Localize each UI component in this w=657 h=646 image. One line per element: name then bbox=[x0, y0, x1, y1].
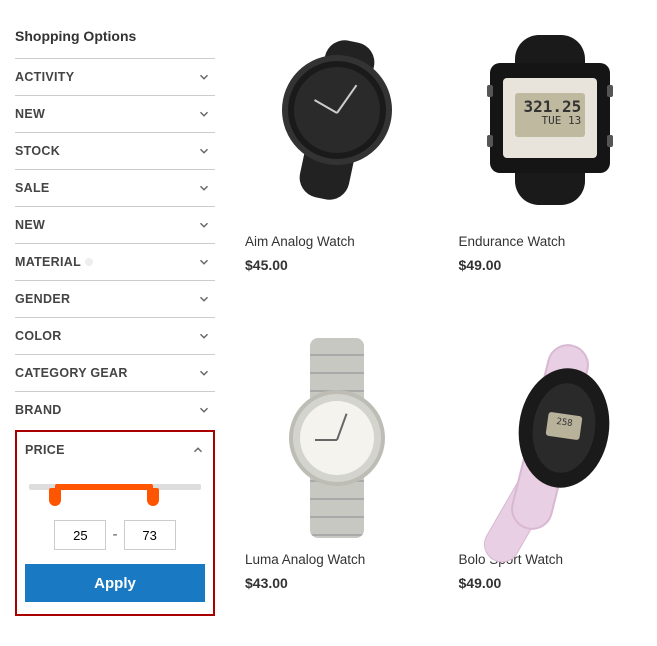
filter-new-4[interactable]: NEW bbox=[15, 206, 215, 243]
slider-track bbox=[29, 484, 201, 490]
product-card[interactable]: Luma Analog Watch $43.00 bbox=[245, 338, 429, 616]
chevron-down-icon bbox=[197, 70, 211, 84]
filter-label: NEW bbox=[15, 107, 45, 121]
product-card[interactable]: Aim Analog Watch $45.00 bbox=[245, 20, 429, 298]
price-dash: - bbox=[112, 526, 117, 544]
filter-activity-0[interactable]: ACTIVITY bbox=[15, 58, 215, 95]
filter-label-price: PRICE bbox=[25, 443, 65, 457]
filter-label: COLOR bbox=[15, 329, 62, 343]
filter-label: STOCK bbox=[15, 144, 60, 158]
filter-gender-6[interactable]: GENDER bbox=[15, 280, 215, 317]
filter-label: SALE bbox=[15, 181, 50, 195]
sidebar-title: Shopping Options bbox=[15, 20, 215, 58]
filter-brand-9[interactable]: BRAND bbox=[15, 391, 215, 428]
product-grid: Aim Analog Watch $45.00 321.25TUE 13 Endura… bbox=[245, 20, 642, 616]
price-min-input[interactable] bbox=[54, 520, 106, 550]
apply-button[interactable]: Apply bbox=[25, 564, 205, 602]
product-image bbox=[245, 20, 429, 220]
product-price: $45.00 bbox=[245, 257, 429, 273]
chevron-down-icon bbox=[197, 329, 211, 343]
product-price: $43.00 bbox=[245, 575, 429, 591]
filter-price[interactable]: PRICE bbox=[25, 432, 205, 468]
chevron-down-icon bbox=[197, 366, 211, 380]
chevron-down-icon bbox=[197, 218, 211, 232]
product-name: Aim Analog Watch bbox=[245, 234, 429, 249]
price-slider[interactable] bbox=[25, 468, 205, 496]
chevron-down-icon bbox=[197, 292, 211, 306]
product-price: $49.00 bbox=[459, 575, 643, 591]
filter-new-1[interactable]: NEW bbox=[15, 95, 215, 132]
product-name: Luma Analog Watch bbox=[245, 552, 429, 567]
slider-handle-min[interactable] bbox=[49, 488, 61, 506]
filter-label: NEW bbox=[15, 218, 45, 232]
filter-sidebar: Shopping Options ACTIVITY NEW STOCK SALE NEW… bbox=[15, 20, 215, 616]
product-image: 321.25TUE 13 bbox=[459, 20, 643, 220]
product-price: $49.00 bbox=[459, 257, 643, 273]
filter-label: MATERIAL bbox=[15, 255, 93, 269]
chevron-down-icon bbox=[197, 403, 211, 417]
slider-handle-max[interactable] bbox=[147, 488, 159, 506]
price-max-input[interactable] bbox=[124, 520, 176, 550]
product-image bbox=[245, 338, 429, 538]
chevron-down-icon bbox=[197, 144, 211, 158]
filter-label: CATEGORY GEAR bbox=[15, 366, 128, 380]
chevron-up-icon bbox=[191, 443, 205, 457]
slider-range bbox=[55, 484, 153, 490]
chevron-down-icon bbox=[197, 107, 211, 121]
filter-label: GENDER bbox=[15, 292, 70, 306]
product-image: 258 bbox=[459, 338, 643, 538]
filter-material-5[interactable]: MATERIAL bbox=[15, 243, 215, 280]
chevron-down-icon bbox=[197, 255, 211, 269]
filter-color-7[interactable]: COLOR bbox=[15, 317, 215, 354]
filter-stock-2[interactable]: STOCK bbox=[15, 132, 215, 169]
filter-sale-3[interactable]: SALE bbox=[15, 169, 215, 206]
filter-category-gear-8[interactable]: CATEGORY GEAR bbox=[15, 354, 215, 391]
price-filter-section: PRICE - Apply bbox=[15, 430, 215, 616]
filter-label: BRAND bbox=[15, 403, 62, 417]
swatch-dot-icon bbox=[85, 258, 93, 266]
product-name: Endurance Watch bbox=[459, 234, 643, 249]
filter-label: ACTIVITY bbox=[15, 70, 74, 84]
product-card[interactable]: 258Bolo Sport Watch$49.00 bbox=[459, 338, 643, 616]
chevron-down-icon bbox=[197, 181, 211, 195]
product-card[interactable]: 321.25TUE 13 Endurance Watch $49.00 bbox=[459, 20, 643, 298]
